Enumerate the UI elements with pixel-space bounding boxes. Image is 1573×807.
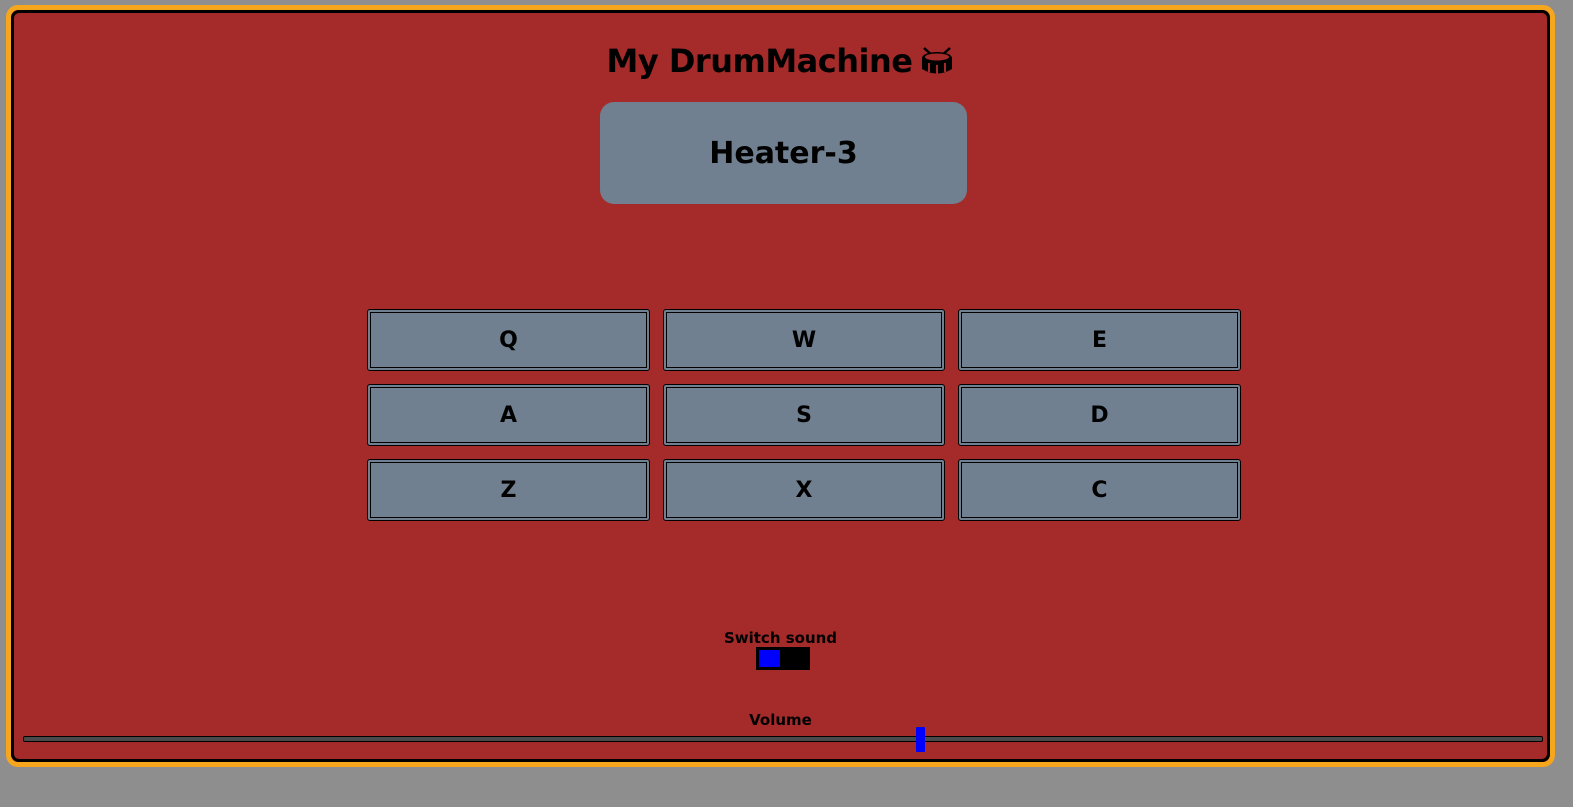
app-title: My DrumMachine xyxy=(11,42,1550,84)
volume-label: Volume xyxy=(749,711,812,729)
volume-slider-thumb[interactable] xyxy=(915,727,925,752)
drum-icon xyxy=(920,46,954,84)
switch-sound-toggle[interactable] xyxy=(756,647,810,670)
sound-display: Heater-3 xyxy=(600,102,967,204)
drum-pad-x[interactable]: X xyxy=(663,459,945,521)
volume-slider[interactable] xyxy=(23,727,1543,752)
drum-pad-e[interactable]: E xyxy=(958,309,1241,371)
drum-pad-q[interactable]: Q xyxy=(367,309,650,371)
drum-pad-d[interactable]: D xyxy=(958,384,1241,446)
drum-pad-w[interactable]: W xyxy=(663,309,945,371)
drum-pad-a[interactable]: A xyxy=(367,384,650,446)
drum-pad-s[interactable]: S xyxy=(663,384,945,446)
drum-pad-z[interactable]: Z xyxy=(367,459,650,521)
drum-pad-c[interactable]: C xyxy=(958,459,1241,521)
drum-pad-grid: Q W E A S D Z X C xyxy=(367,309,1242,521)
drum-machine: My DrumMachine Heater-3 Q W E A S D Z X … xyxy=(6,5,1555,767)
switch-sound-label: Switch sound xyxy=(723,629,838,647)
switch-sound-knob[interactable] xyxy=(759,650,780,667)
app-title-text: My DrumMachine xyxy=(606,42,913,80)
